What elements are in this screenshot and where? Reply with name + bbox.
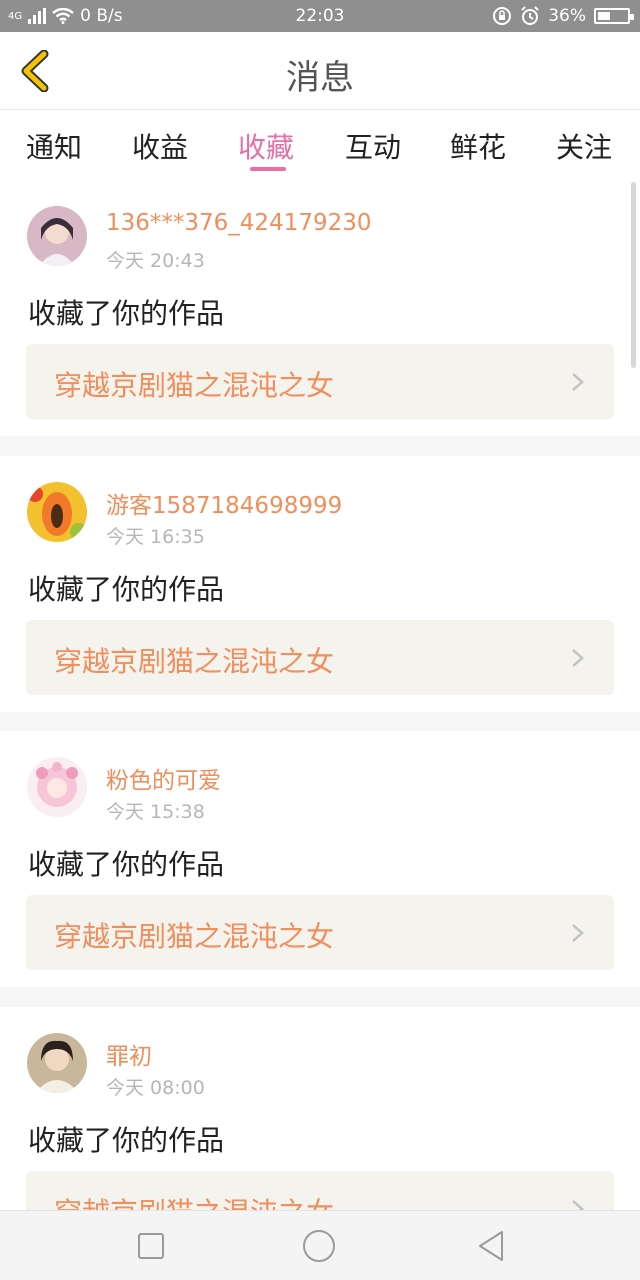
timestamp: 今天 08:00	[106, 1077, 205, 1099]
action-text: 收藏了你的作品	[28, 573, 225, 606]
action-text: 收藏了你的作品	[28, 848, 225, 881]
header: 消息	[0, 32, 640, 110]
alarm-icon	[521, 6, 539, 25]
square-icon[interactable]	[134, 1229, 168, 1263]
tab-flowers[interactable]: 鲜花	[450, 126, 506, 166]
username[interactable]: 136***376_424179230	[106, 210, 372, 236]
action-text: 收藏了你的作品	[28, 1124, 225, 1157]
system-nav-bar	[0, 1210, 640, 1280]
tab-earnings[interactable]: 收益	[132, 126, 188, 166]
tab-bar: 通知 收益 收藏 互动 鲜花 关注	[0, 110, 640, 180]
work-link-button[interactable]: 穿越京剧猫之混沌之女	[26, 620, 614, 695]
message-card: 粉色的可爱 今天 15:38 收藏了你的作品 穿越京剧猫之混沌之女	[0, 731, 640, 987]
avatar[interactable]	[27, 1033, 87, 1093]
message-card: 游客1587184698999 今天 16:35 收藏了你的作品 穿越京剧猫之混…	[0, 456, 640, 712]
rotation-lock-icon	[493, 7, 512, 25]
tab-favorites[interactable]: 收藏	[238, 126, 294, 166]
avatar[interactable]	[27, 206, 87, 266]
tab-interactions[interactable]: 互动	[345, 126, 401, 166]
scrollbar[interactable]	[631, 182, 636, 368]
work-link-button[interactable]: 穿越京剧猫之混沌之女	[26, 1171, 614, 1210]
work-link-button[interactable]: 穿越京剧猫之混沌之女	[26, 895, 614, 970]
work-title: 穿越京剧猫之混沌之女	[54, 920, 335, 953]
work-title: 穿越京剧猫之混沌之女	[54, 369, 335, 402]
message-list[interactable]: 136***376_424179230 今天 20:43 收藏了你的作品 穿越京…	[0, 180, 640, 1210]
tab-following[interactable]: 关注	[556, 126, 612, 166]
clock: 22:03	[295, 6, 345, 26]
username[interactable]: 罪初	[106, 1037, 152, 1071]
battery-icon	[594, 8, 634, 24]
battery-percent: 36%	[548, 6, 586, 26]
action-text: 收藏了你的作品	[28, 297, 225, 330]
chevron-right-icon	[572, 649, 584, 667]
avatar[interactable]	[27, 757, 87, 817]
status-bar: 4G 0 B/s 22:03 36%	[0, 0, 640, 32]
timestamp: 今天 20:43	[106, 250, 205, 272]
message-card: 136***376_424179230 今天 20:43 收藏了你的作品 穿越京…	[0, 180, 640, 436]
avatar[interactable]	[27, 482, 87, 542]
chevron-right-icon	[572, 373, 584, 391]
work-title: 穿越京剧猫之混沌之女	[54, 645, 335, 678]
chevron-right-icon	[572, 1200, 584, 1210]
work-title: 穿越京剧猫之混沌之女	[54, 1191, 334, 1210]
timestamp: 今天 16:35	[106, 526, 205, 548]
username[interactable]: 游客1587184698999	[106, 486, 342, 520]
active-tab-indicator	[250, 167, 286, 171]
chevron-right-icon	[572, 924, 584, 942]
triangle-back-icon[interactable]	[474, 1229, 508, 1263]
circle-icon[interactable]	[302, 1229, 336, 1263]
timestamp: 今天 15:38	[106, 801, 205, 823]
work-link-button[interactable]: 穿越京剧猫之混沌之女	[26, 344, 614, 419]
message-card: 罪初 今天 08:00 收藏了你的作品 穿越京剧猫之混沌之女	[0, 1007, 640, 1210]
tab-notifications[interactable]: 通知	[26, 126, 82, 166]
page-title: 消息	[286, 58, 354, 98]
username[interactable]: 粉色的可爱	[106, 761, 221, 795]
